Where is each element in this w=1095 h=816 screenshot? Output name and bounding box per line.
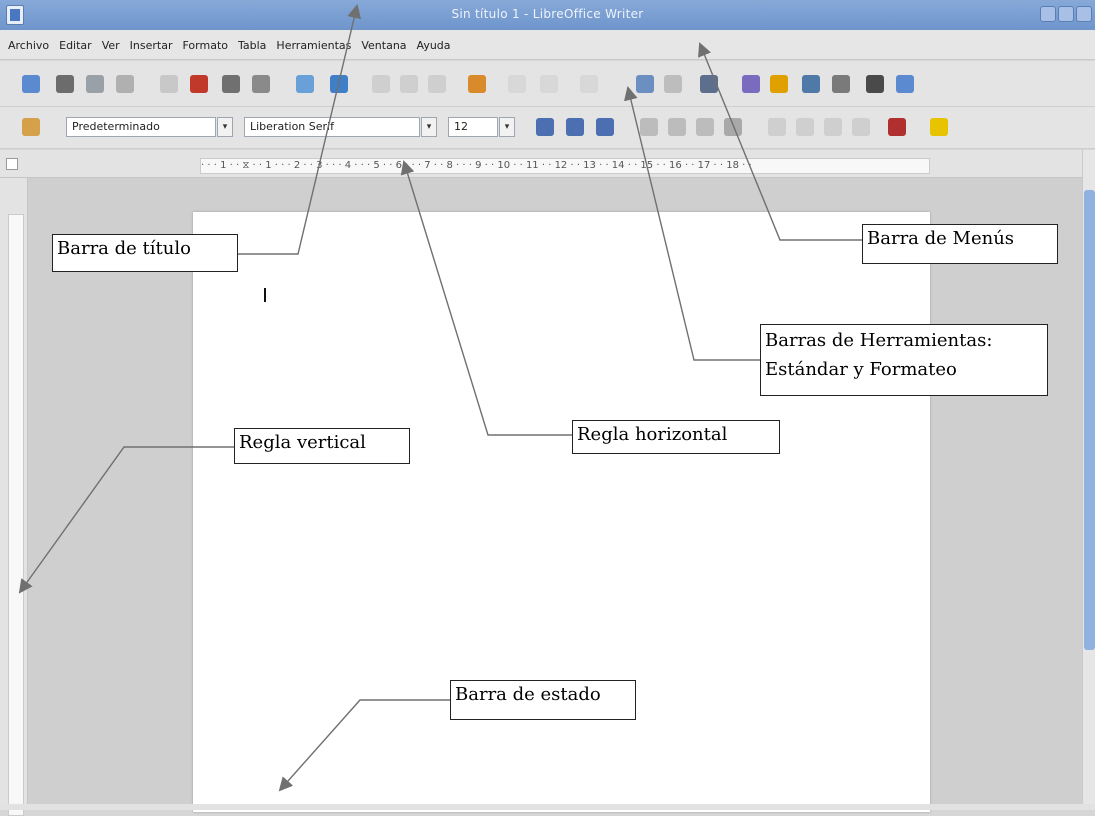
align-center-icon[interactable]: [668, 118, 686, 136]
print-preview-icon[interactable]: [252, 75, 270, 93]
highlight-icon[interactable]: [930, 118, 948, 136]
formatting-toolbar: Predeterminado ▾ Liberation Serif ▾ 12 ▾: [0, 107, 1095, 149]
underline-icon[interactable]: [596, 118, 614, 136]
clone-formatting-icon[interactable]: [468, 75, 486, 93]
menu-tabla[interactable]: Tabla: [238, 39, 266, 52]
ruler-scale-vertical: [8, 214, 24, 816]
text-cursor: [264, 288, 266, 302]
hyperlink-icon[interactable]: [636, 75, 654, 93]
export-pdf-icon[interactable]: [190, 75, 208, 93]
bold-icon[interactable]: [536, 118, 554, 136]
new-document-icon[interactable]: [22, 75, 40, 93]
chevron-down-icon[interactable]: ▾: [421, 117, 437, 137]
navigator-icon[interactable]: [770, 75, 788, 93]
increase-indent-icon[interactable]: [852, 118, 870, 136]
redo-arrow-icon[interactable]: [580, 75, 598, 93]
align-right-icon[interactable]: [696, 118, 714, 136]
save-icon[interactable]: [86, 75, 104, 93]
cut-icon[interactable]: [372, 75, 390, 93]
zoom-icon[interactable]: [896, 75, 914, 93]
close-icon[interactable]: [1076, 6, 1092, 22]
callout-barra-de-estado: Barra de estado: [450, 680, 636, 720]
paste-icon[interactable]: [428, 75, 446, 93]
ruler-scale: · · · 1 · · ⧖ · · 1 · · · 2 · · 3 · · · …: [200, 158, 930, 174]
styles-formatting-icon[interactable]: [22, 118, 40, 136]
redo-icon[interactable]: [540, 75, 558, 93]
italic-icon[interactable]: [566, 118, 584, 136]
chevron-down-icon[interactable]: ▾: [217, 117, 233, 137]
menu-herramientas[interactable]: Herramientas: [276, 39, 351, 52]
bullets-icon[interactable]: [796, 118, 814, 136]
menu-formato[interactable]: Formato: [183, 39, 229, 52]
edit-file-icon[interactable]: [160, 75, 178, 93]
scrollbar-thumb[interactable]: [1084, 190, 1095, 650]
callout-barra-de-titulo: Barra de título: [52, 234, 238, 272]
formatting-marks-icon[interactable]: [866, 75, 884, 93]
callout-barras-de-herramientas: Barras de Herramientas: Estándar y Forma…: [760, 324, 1048, 396]
align-left-icon[interactable]: [640, 118, 658, 136]
menu-ventana[interactable]: Ventana: [361, 39, 406, 52]
font-size-select[interactable]: 12: [448, 117, 498, 137]
menu-editar[interactable]: Editar: [59, 39, 92, 52]
email-icon[interactable]: [116, 75, 134, 93]
print-icon[interactable]: [222, 75, 240, 93]
window-title: Sin título 1 - LibreOffice Writer: [451, 7, 644, 21]
title-bar: Sin título 1 - LibreOffice Writer: [0, 0, 1095, 30]
standard-toolbar: [0, 61, 1095, 107]
menu-ayuda[interactable]: Ayuda: [417, 39, 451, 52]
data-sources-icon[interactable]: [832, 75, 850, 93]
autospellcheck-icon[interactable]: [330, 75, 348, 93]
vertical-scrollbar[interactable]: [1082, 150, 1095, 810]
status-bar: [0, 804, 1095, 810]
callout-toolbars-line-2: Estándar y Formateo: [765, 358, 957, 380]
menu-insertar[interactable]: Insertar: [130, 39, 173, 52]
font-color-icon[interactable]: [888, 118, 906, 136]
menu-archivo[interactable]: Archivo: [8, 39, 49, 52]
chevron-down-icon[interactable]: ▾: [499, 117, 515, 137]
tab-stop-corner[interactable]: [6, 158, 18, 170]
copy-icon[interactable]: [400, 75, 418, 93]
paragraph-style-select[interactable]: Predeterminado: [66, 117, 216, 137]
minimize-icon[interactable]: [1040, 6, 1056, 22]
undo-icon[interactable]: [508, 75, 526, 93]
numbering-icon[interactable]: [768, 118, 786, 136]
draw-functions-icon[interactable]: [700, 75, 718, 93]
callout-barra-de-menus: Barra de Menús: [862, 224, 1058, 264]
table-icon[interactable]: [664, 75, 682, 93]
open-folder-icon[interactable]: [56, 75, 74, 93]
find-replace-icon[interactable]: [742, 75, 760, 93]
vertical-ruler[interactable]: [0, 178, 28, 816]
justify-icon[interactable]: [724, 118, 742, 136]
document-page[interactable]: [193, 212, 930, 812]
callout-regla-vertical: Regla vertical: [234, 428, 410, 464]
menu-bar: Archivo Editar Ver Insertar Formato Tabl…: [0, 30, 1095, 60]
callout-toolbars-line-1: Barras de Herramientas:: [765, 330, 993, 351]
spellcheck-icon[interactable]: [296, 75, 314, 93]
maximize-icon[interactable]: [1058, 6, 1074, 22]
font-name-select[interactable]: Liberation Serif: [244, 117, 420, 137]
menu-ver[interactable]: Ver: [102, 39, 120, 52]
gallery-icon[interactable]: [802, 75, 820, 93]
decrease-indent-icon[interactable]: [824, 118, 842, 136]
horizontal-ruler[interactable]: · · · 1 · · ⧖ · · 1 · · · 2 · · 3 · · · …: [0, 150, 1095, 178]
callout-regla-horizontal: Regla horizontal: [572, 420, 780, 454]
